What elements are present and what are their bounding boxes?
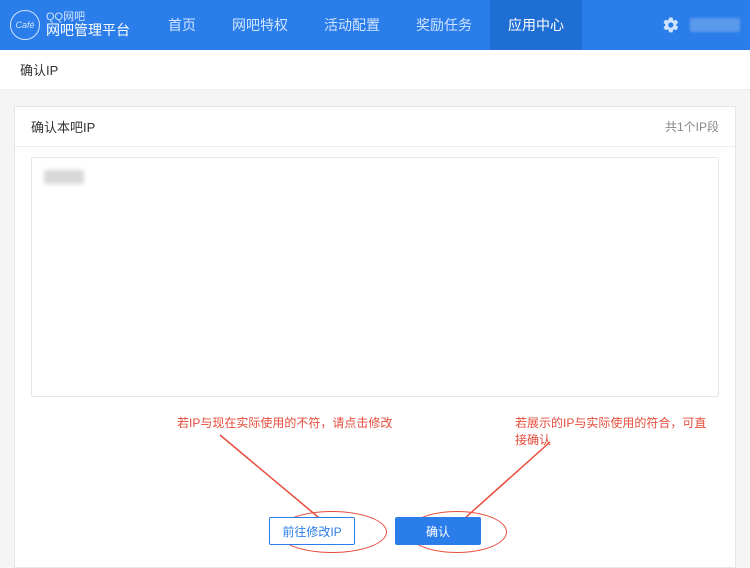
logo: Café QQ网吧 网吧管理平台: [10, 10, 130, 40]
annotation-left: 若IP与现在实际使用的不符，请点击修改: [177, 415, 392, 432]
confirm-button[interactable]: 确认: [395, 517, 481, 545]
ip-entry: [44, 170, 84, 184]
main-panel: 确认本吧IP 共1个IP段 若IP与现在实际使用的不符，请点击修改 若展示的IP…: [14, 106, 736, 568]
gear-icon[interactable]: [662, 16, 680, 34]
modify-ip-button[interactable]: 前往修改IP: [269, 517, 355, 545]
nav-privilege[interactable]: 网吧特权: [214, 0, 306, 50]
panel-header: 确认本吧IP 共1个IP段: [15, 107, 735, 147]
nav: 首页 网吧特权 活动配置 奖励任务 应用中心: [150, 0, 582, 50]
nav-activity[interactable]: 活动配置: [306, 0, 398, 50]
panel-title: 确认本吧IP: [31, 117, 95, 136]
nav-reward[interactable]: 奖励任务: [398, 0, 490, 50]
ip-list-box: [31, 157, 719, 397]
logo-text: QQ网吧 网吧管理平台: [46, 11, 130, 38]
button-row: 前往修改IP 确认: [15, 517, 735, 545]
breadcrumb-title: 确认IP: [20, 63, 58, 78]
ip-count: 共1个IP段: [665, 118, 719, 135]
user-label[interactable]: [690, 18, 740, 32]
logo-badge-icon: Café: [10, 10, 40, 40]
logo-line2: 网吧管理平台: [46, 23, 130, 38]
nav-home[interactable]: 首页: [150, 0, 214, 50]
header-right: [662, 16, 740, 34]
panel-body: 若IP与现在实际使用的不符，请点击修改 若展示的IP与实际使用的符合，可直接确认…: [15, 147, 735, 567]
breadcrumb-bar: 确认IP: [0, 50, 750, 90]
nav-appcenter[interactable]: 应用中心: [490, 0, 582, 50]
annotation-right: 若展示的IP与实际使用的符合，可直接确认: [515, 415, 715, 449]
top-header: Café QQ网吧 网吧管理平台 首页 网吧特权 活动配置 奖励任务 应用中心: [0, 0, 750, 50]
